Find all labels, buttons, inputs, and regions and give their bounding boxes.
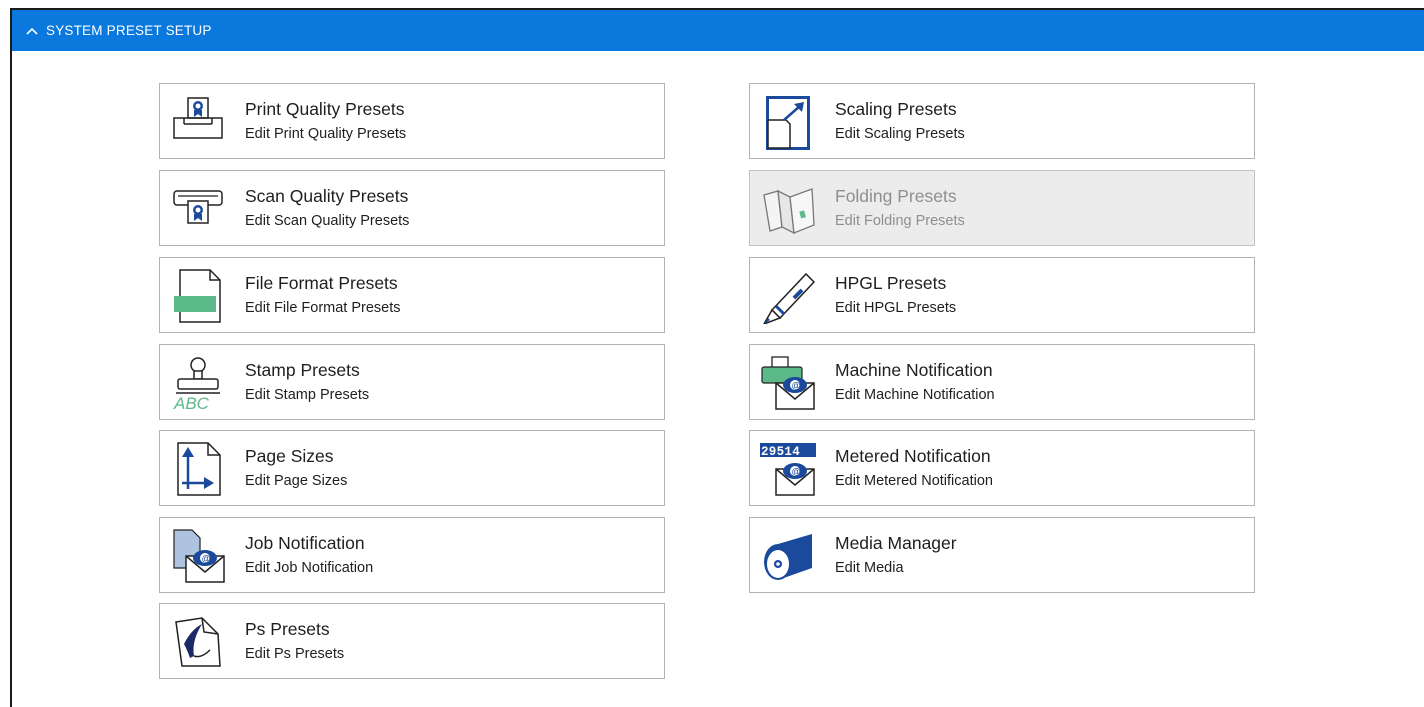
section-header[interactable]: SYSTEM PRESET SETUP	[12, 10, 1424, 51]
tile-title: Job Notification	[245, 533, 365, 553]
scan-quality-icon	[170, 181, 226, 237]
tile-subtitle: Edit Stamp Presets	[245, 387, 370, 403]
svg-text:@: @	[202, 554, 211, 564]
tile-subtitle: Edit HPGL Presets	[835, 300, 957, 316]
tile-title: Stamp Presets	[245, 360, 360, 380]
tile-title: Metered Notification	[835, 446, 991, 466]
tile-subtitle: Edit Ps Presets	[245, 646, 345, 662]
tile-subtitle: Edit Metered Notification	[835, 473, 993, 489]
tile-subtitle: Edit Media	[835, 560, 904, 576]
tile-subtitle: Edit Folding Presets	[835, 213, 965, 229]
tile-stamp-presets[interactable]: ABC Stamp Presets Edit Stamp Presets	[159, 344, 665, 420]
tile-subtitle: Edit Print Quality Presets	[245, 126, 407, 142]
tile-title: Machine Notification	[835, 360, 993, 380]
hpgl-pen-icon	[760, 268, 816, 326]
tile-file-format-presets[interactable]: File Format Presets Edit File Format Pre…	[159, 257, 665, 333]
print-quality-icon	[170, 94, 226, 150]
tile-print-quality-presets[interactable]: Print Quality Presets Edit Print Quality…	[159, 83, 665, 159]
tile-title: Scaling Presets	[835, 99, 957, 119]
tile-hpgl-presets[interactable]: HPGL Presets Edit HPGL Presets	[749, 257, 1255, 333]
scaling-icon	[760, 94, 816, 150]
ps-presets-icon	[170, 614, 226, 670]
chevron-up-icon[interactable]	[24, 23, 40, 39]
job-notification-icon: @	[170, 528, 226, 584]
tile-title: Media Manager	[835, 533, 957, 553]
metered-notification-icon: 29514 @	[760, 441, 816, 497]
tile-machine-notification[interactable]: @ Machine Notification Edit Machine Noti…	[749, 344, 1255, 420]
tile-subtitle: Edit Scan Quality Presets	[245, 213, 410, 229]
tile-metered-notification[interactable]: 29514 @ Metered Notification Edit Metere…	[749, 430, 1255, 506]
tile-media-manager[interactable]: Media Manager Edit Media	[749, 517, 1255, 593]
tile-title: Print Quality Presets	[245, 99, 405, 119]
tile-title: Scan Quality Presets	[245, 186, 409, 206]
tile-job-notification[interactable]: @ Job Notification Edit Job Notification	[159, 517, 665, 593]
tile-subtitle: Edit Job Notification	[245, 560, 374, 576]
file-format-icon	[170, 268, 226, 324]
folding-icon	[760, 181, 816, 237]
tile-ps-presets[interactable]: Ps Presets Edit Ps Presets	[159, 603, 665, 679]
tile-title: Page Sizes	[245, 446, 334, 466]
page-sizes-icon	[170, 441, 226, 497]
svg-text:@: @	[792, 381, 801, 391]
tile-page-sizes[interactable]: Page Sizes Edit Page Sizes	[159, 430, 665, 506]
tile-folding-presets: Folding Presets Edit Folding Presets	[749, 170, 1255, 246]
tile-scan-quality-presets[interactable]: Scan Quality Presets Edit Scan Quality P…	[159, 170, 665, 246]
tile-subtitle: Edit File Format Presets	[245, 300, 401, 316]
stamp-icon: ABC	[170, 355, 226, 413]
tile-title: HPGL Presets	[835, 273, 947, 293]
stamp-icon-text: ABC	[173, 394, 210, 411]
tile-title: File Format Presets	[245, 273, 398, 293]
tile-subtitle: Edit Machine Notification	[835, 387, 995, 403]
machine-notification-icon: @	[760, 355, 816, 411]
media-roll-icon	[760, 528, 816, 584]
tile-scaling-presets[interactable]: Scaling Presets Edit Scaling Presets	[749, 83, 1255, 159]
svg-text:@: @	[792, 467, 801, 477]
tile-subtitle: Edit Scaling Presets	[835, 126, 965, 142]
tile-subtitle: Edit Page Sizes	[245, 473, 348, 489]
tile-title: Folding Presets	[835, 186, 957, 206]
meter-digits: 29514	[761, 445, 800, 459]
section-title: SYSTEM PRESET SETUP	[46, 23, 212, 38]
tile-title: Ps Presets	[245, 619, 330, 639]
